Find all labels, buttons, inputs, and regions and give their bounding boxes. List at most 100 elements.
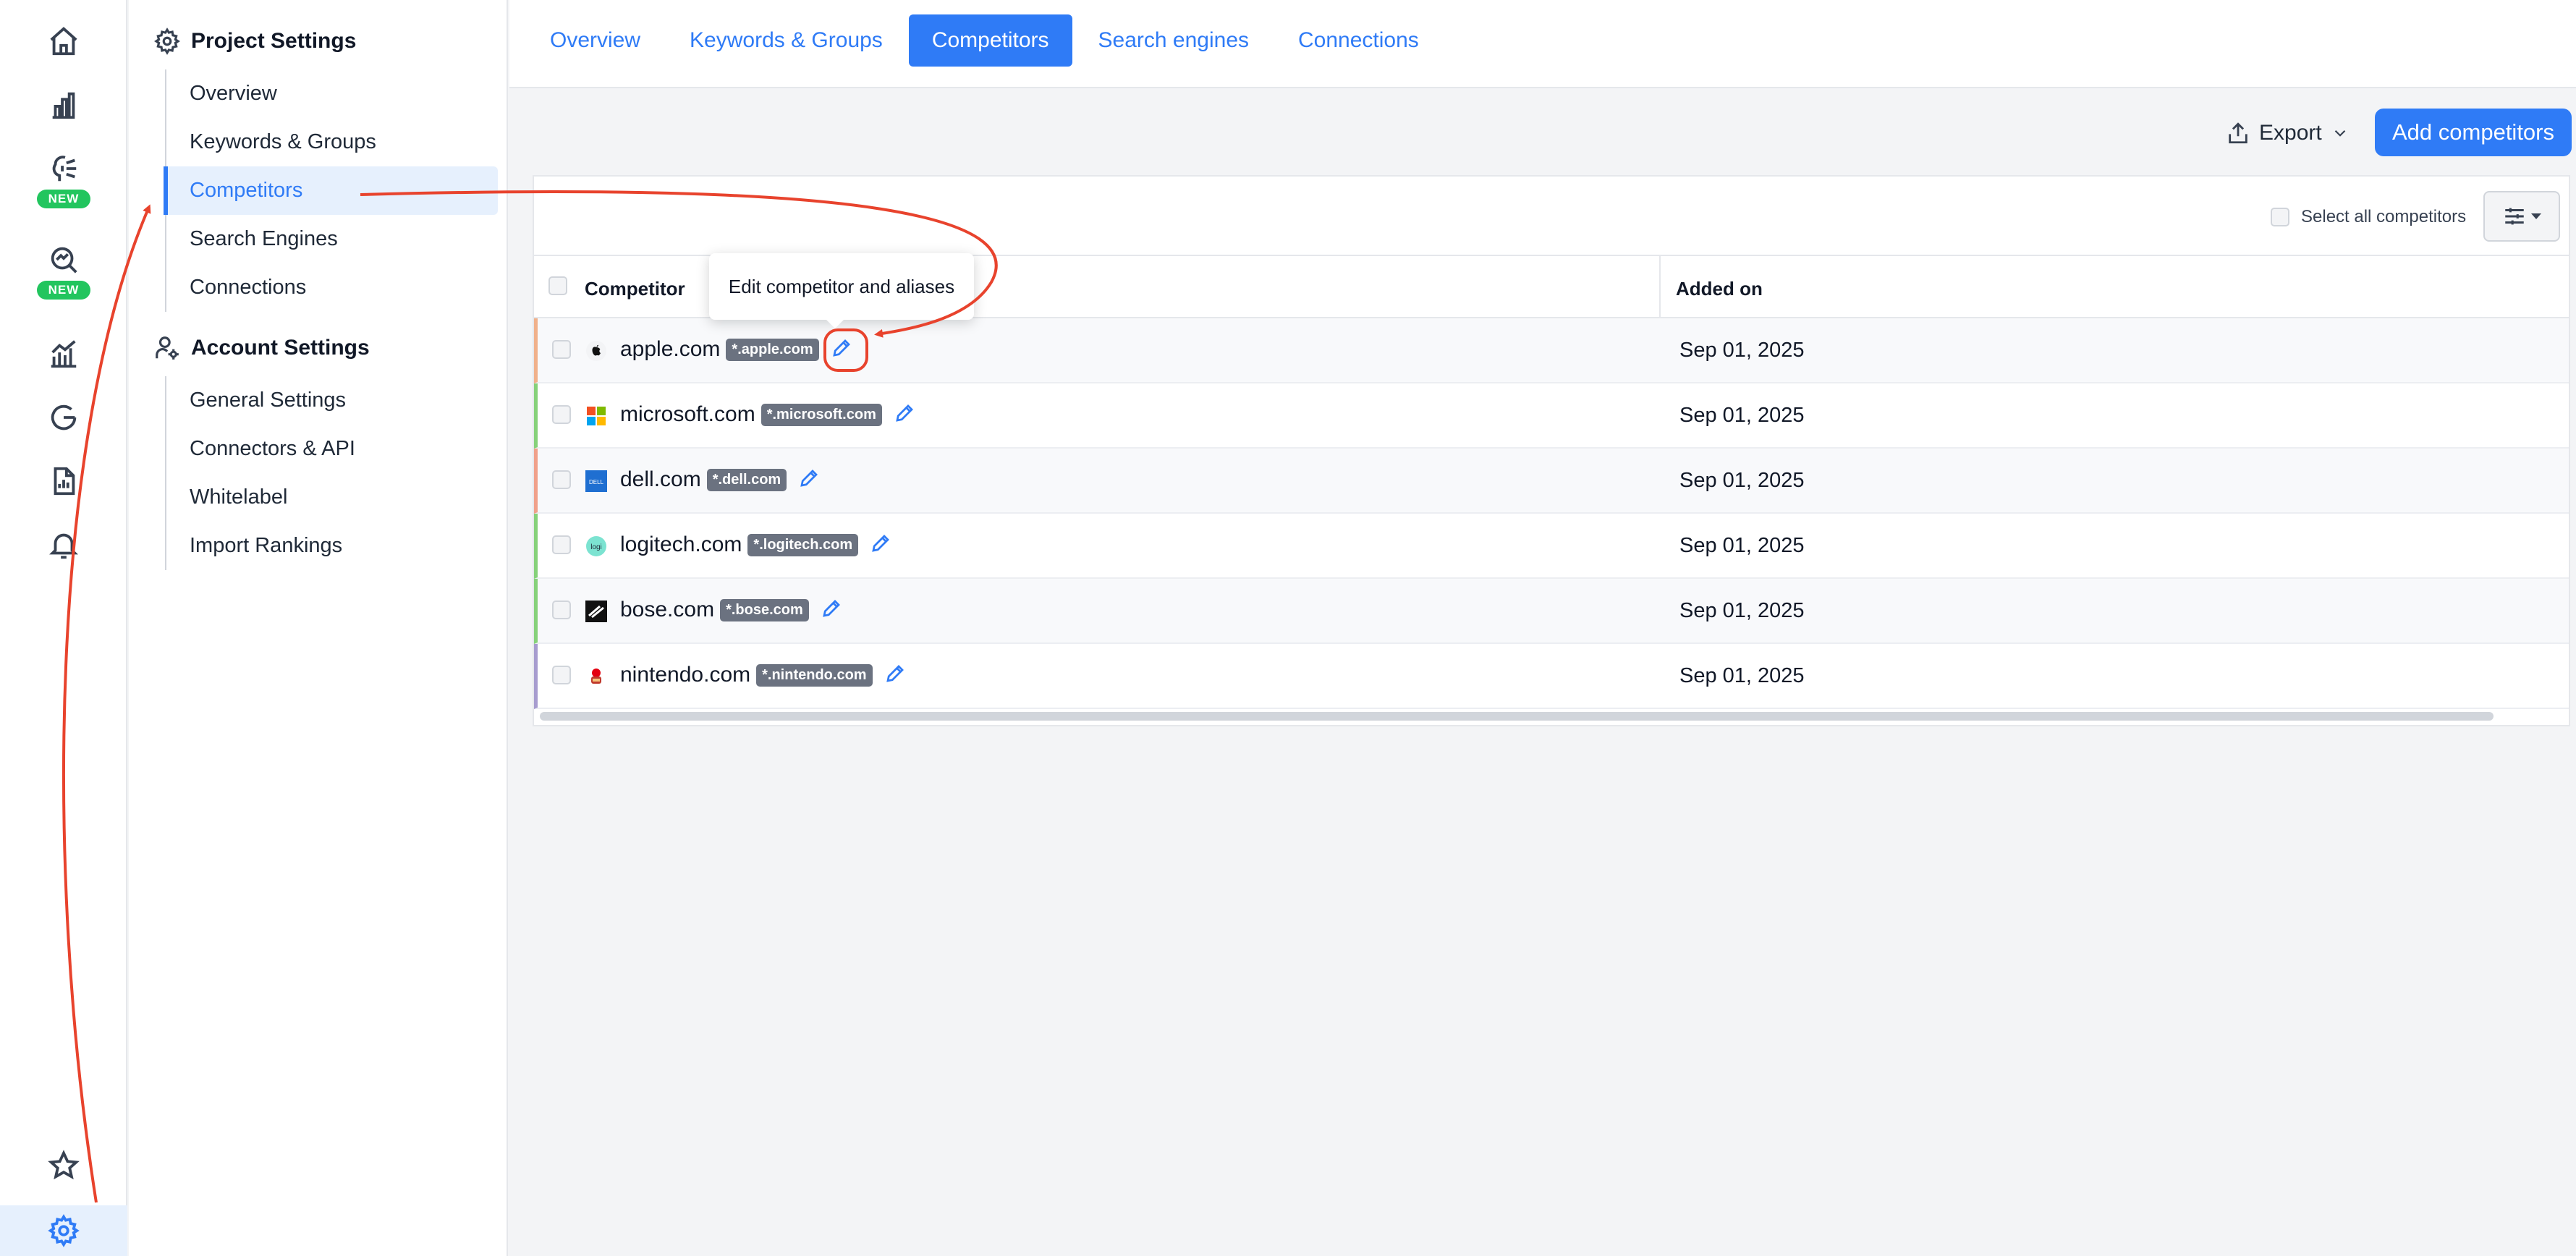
edit-tooltip: Edit competitor and aliases bbox=[709, 253, 974, 328]
edit-competitor-icon[interactable] bbox=[831, 337, 852, 359]
sidebar-item-connectors-api[interactable]: Connectors & API bbox=[166, 425, 498, 473]
account-settings-heading: Account Settings bbox=[153, 334, 370, 362]
rail-search-analytics[interactable]: NEW bbox=[0, 243, 127, 300]
star-icon bbox=[48, 1150, 80, 1180]
competitor-domain[interactable]: bose.com bbox=[620, 598, 714, 621]
rail-ai[interactable]: NEW bbox=[0, 152, 127, 208]
alias-badge: *.microsoft.com bbox=[760, 404, 882, 426]
tab-overview[interactable]: Overview bbox=[527, 14, 664, 67]
rail-trends[interactable] bbox=[0, 337, 127, 370]
pencil-icon bbox=[886, 665, 904, 682]
pencil-icon bbox=[800, 470, 818, 487]
row-checkbox[interactable] bbox=[552, 535, 571, 554]
account-settings-nav: General Settings Connectors & API Whitel… bbox=[165, 376, 498, 570]
upload-icon bbox=[2229, 122, 2247, 144]
edit-competitor-icon[interactable] bbox=[894, 402, 915, 424]
rail-rankings[interactable] bbox=[0, 88, 127, 122]
column-header-competitor[interactable]: Competitor bbox=[585, 278, 685, 300]
new-badge: NEW bbox=[36, 281, 91, 300]
added-on-date: Sep 01, 2025 bbox=[1679, 339, 1805, 362]
search-analytics-icon bbox=[51, 247, 77, 273]
table-body: apple.com *.apple.com Sep 01, 2025 micros… bbox=[534, 318, 2569, 709]
project-settings-heading: Project Settings bbox=[153, 27, 356, 55]
export-button[interactable]: Export bbox=[2226, 114, 2350, 152]
rail-reports[interactable] bbox=[0, 464, 127, 498]
rail-alerts[interactable] bbox=[0, 528, 127, 561]
pencil-icon bbox=[872, 535, 890, 552]
row-checkbox[interactable] bbox=[552, 340, 571, 359]
sidebar-item-competitors[interactable]: Competitors bbox=[164, 166, 498, 215]
rail-favorites[interactable] bbox=[0, 1149, 127, 1182]
alias-badge: *.dell.com bbox=[706, 469, 787, 491]
table-row: bose.com *.bose.com Sep 01, 2025 bbox=[534, 579, 2569, 644]
table-row: DELL dell.com *.dell.com Sep 01, 2025 bbox=[534, 449, 2569, 514]
icon-rail: NEW NEW bbox=[0, 0, 127, 1256]
tab-search-engines[interactable]: Search engines bbox=[1075, 14, 1272, 67]
sidebar-item-connections[interactable]: Connections bbox=[166, 263, 498, 312]
competitor-domain[interactable]: apple.com bbox=[620, 337, 720, 361]
tab-competitors[interactable]: Competitors bbox=[908, 14, 1072, 67]
rail-home[interactable] bbox=[0, 25, 127, 58]
competitor-domain[interactable]: nintendo.com bbox=[620, 663, 750, 687]
table-row: nintendo.com *.nintendo.com Sep 01, 2025 bbox=[534, 644, 2569, 709]
sidebar-item-whitelabel[interactable]: Whitelabel bbox=[166, 473, 498, 522]
apple-logo-icon bbox=[585, 340, 607, 362]
user-gear-icon bbox=[156, 336, 179, 360]
edit-competitor-icon[interactable] bbox=[798, 467, 820, 489]
sidebar-item-import-rankings[interactable]: Import Rankings bbox=[166, 522, 498, 570]
tab-connections[interactable]: Connections bbox=[1275, 14, 1442, 67]
nintendo-logo-icon bbox=[585, 666, 607, 687]
competitor-domain[interactable]: microsoft.com bbox=[620, 402, 755, 426]
added-on-date: Sep 01, 2025 bbox=[1679, 469, 1805, 492]
added-on-date: Sep 01, 2025 bbox=[1679, 404, 1805, 427]
bar-chart-icon bbox=[52, 92, 75, 119]
select-all-competitors[interactable]: Select all competitors bbox=[2271, 207, 2466, 227]
tab-keywords-groups[interactable]: Keywords & Groups bbox=[666, 14, 906, 67]
row-checkbox[interactable] bbox=[552, 601, 571, 619]
edit-competitor-icon[interactable] bbox=[884, 663, 906, 684]
rail-google[interactable] bbox=[0, 401, 127, 434]
pencil-icon bbox=[823, 600, 840, 617]
horizontal-scrollbar[interactable] bbox=[540, 712, 2494, 721]
ai-brain-icon bbox=[52, 156, 77, 182]
gear-icon bbox=[48, 1214, 80, 1247]
row-checkbox[interactable] bbox=[552, 470, 571, 489]
sidebar-item-overview[interactable]: Overview bbox=[166, 69, 498, 118]
settings-sidebar: Project Settings Overview Keywords & Gro… bbox=[129, 0, 508, 1256]
trend-chart-icon bbox=[51, 340, 77, 368]
column-settings-button[interactable] bbox=[2483, 191, 2560, 242]
microsoft-logo-icon bbox=[585, 405, 607, 427]
table-row: microsoft.com *.microsoft.com Sep 01, 202… bbox=[534, 383, 2569, 449]
sidebar-item-search-engines[interactable]: Search Engines bbox=[166, 215, 498, 263]
header-checkbox[interactable] bbox=[548, 276, 567, 295]
sidebar-item-keywords-groups[interactable]: Keywords & Groups bbox=[166, 118, 498, 166]
competitor-domain[interactable]: logitech.com bbox=[620, 532, 742, 556]
column-header-added-on[interactable]: Added on bbox=[1676, 278, 1763, 300]
svg-text:logi: logi bbox=[590, 543, 602, 551]
alias-badge: *.nintendo.com bbox=[756, 664, 873, 687]
pencil-icon bbox=[896, 404, 913, 422]
select-all-checkbox[interactable] bbox=[2271, 208, 2289, 226]
pencil-icon bbox=[832, 339, 850, 357]
edit-competitor-icon[interactable] bbox=[870, 532, 891, 554]
added-on-date: Sep 01, 2025 bbox=[1679, 664, 1805, 687]
column-divider bbox=[1659, 256, 1661, 318]
sidebar-item-general-settings[interactable]: General Settings bbox=[166, 376, 498, 425]
competitor-domain[interactable]: dell.com bbox=[620, 467, 701, 491]
row-checkbox[interactable] bbox=[552, 666, 571, 684]
add-competitors-button[interactable]: Add competitors bbox=[2375, 109, 2572, 156]
settings-tabs: Overview Keywords & Groups Competitors S… bbox=[527, 14, 1442, 67]
caret-down-icon bbox=[2531, 213, 2541, 219]
report-icon bbox=[54, 467, 75, 496]
alias-badge: *.bose.com bbox=[720, 599, 809, 621]
row-checkbox[interactable] bbox=[552, 405, 571, 424]
table-toolbar: Select all competitors bbox=[534, 177, 2569, 256]
alias-badge: *.apple.com bbox=[726, 339, 819, 361]
project-settings-nav: Overview Keywords & Groups Competitors S… bbox=[164, 69, 498, 312]
home-icon bbox=[50, 27, 77, 56]
top-tab-bar: Overview Keywords & Groups Competitors S… bbox=[509, 0, 2576, 88]
edit-competitor-icon[interactable] bbox=[821, 598, 842, 619]
rail-settings[interactable] bbox=[0, 1205, 127, 1256]
added-on-date: Sep 01, 2025 bbox=[1679, 534, 1805, 557]
google-icon bbox=[51, 404, 77, 430]
